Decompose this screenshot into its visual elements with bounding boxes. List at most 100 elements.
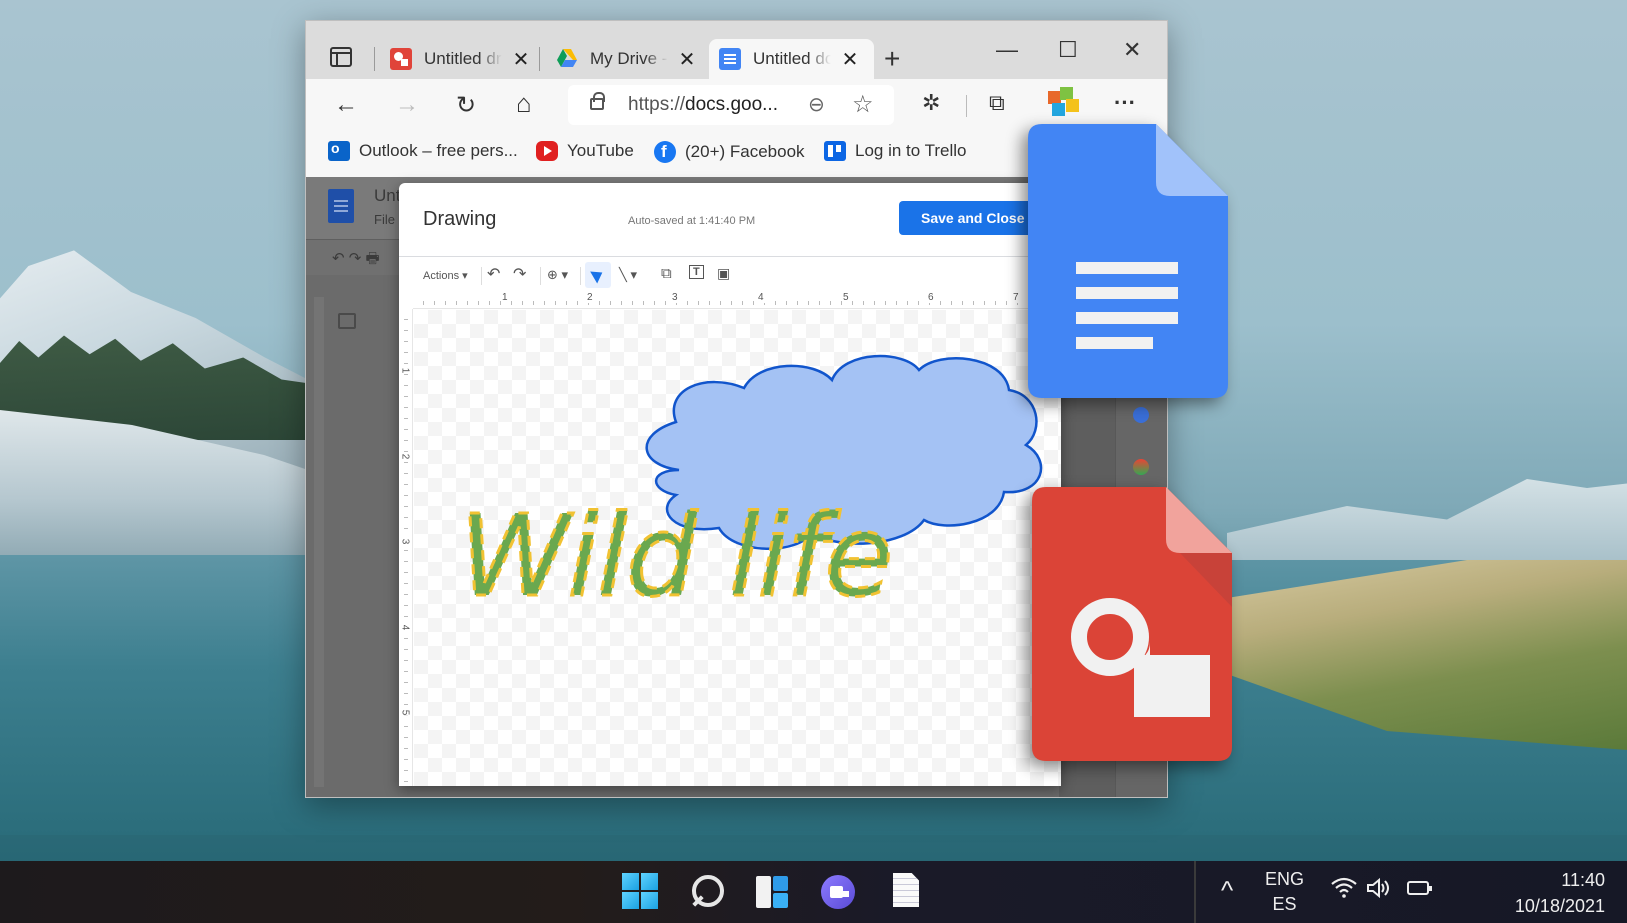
close-tab-icon[interactable]: ✕	[841, 47, 859, 72]
close-tab-icon[interactable]: ✕	[678, 47, 696, 72]
bookmark-outlook[interactable]: Outlook – free pers...	[328, 140, 518, 161]
forward-button[interactable]: →	[395, 91, 419, 119]
autosave-status: Auto-saved at 1:41:40 PM	[628, 215, 756, 227]
wallpaper-mountain-right	[1227, 479, 1627, 560]
toolbar-separator	[481, 267, 482, 285]
zoom-icon[interactable]: ⊕ ▾	[547, 267, 568, 283]
close-tab-icon[interactable]: ✕	[512, 47, 530, 72]
tray-separator	[1194, 861, 1196, 923]
docs-title: Unt	[374, 186, 401, 205]
input-language-indicator[interactable]: ENG ES	[1265, 867, 1304, 917]
trello-icon	[824, 141, 846, 161]
wild-life-text[interactable]: Wild life	[458, 491, 895, 624]
notepad-button[interactable]	[888, 873, 926, 911]
contacts-icon	[1133, 407, 1149, 423]
ruler-label: 3	[671, 292, 679, 303]
redo-icon[interactable]: ↷	[513, 264, 526, 284]
reload-button[interactable]: ↻	[456, 91, 476, 120]
toolbar-separator	[966, 95, 967, 117]
document-outline-icon	[338, 313, 356, 329]
undo-icon[interactable]: ↶	[487, 264, 500, 284]
ruler-label: 5	[399, 709, 411, 716]
dialog-title: Drawing	[423, 208, 497, 230]
system-clock[interactable]: 11:40 10/18/2021	[1515, 867, 1605, 919]
ruler-label: 1	[501, 292, 509, 303]
taskbar: ^ ENG ES 11:40 10/18/2021	[0, 861, 1627, 923]
tab-separator	[539, 47, 540, 71]
text-box-icon[interactable]: T	[689, 265, 704, 279]
collections-icon[interactable]: ⧉	[989, 90, 1005, 116]
tab-title: Untitled document	[753, 49, 831, 68]
outlook-icon	[328, 140, 350, 161]
clock-date: 10/18/2021	[1514, 896, 1605, 916]
vertical-ruler: 1 2 3 4 5	[399, 309, 413, 786]
zoom-out-icon[interactable]: ⊖	[808, 92, 825, 117]
bookmark-facebook[interactable]: (20+) Facebook	[654, 141, 805, 163]
clock-time: 11:40	[1561, 870, 1605, 890]
home-button[interactable]: ⌂	[516, 88, 532, 119]
tab-untitled-drawing[interactable]: Untitled drawing ✕	[380, 39, 540, 79]
youtube-icon	[536, 141, 558, 161]
ruler-label: 4	[757, 292, 765, 303]
url-text[interactable]: https://docs.goo...	[628, 94, 778, 116]
back-button[interactable]: ←	[334, 91, 358, 119]
bookmark-label: Outlook – free pers...	[359, 141, 518, 160]
maps-icon	[1133, 459, 1149, 475]
ruler-label: 2	[586, 292, 594, 303]
shape-tool-icon[interactable]: ⧉	[661, 265, 672, 282]
drawing-dialog: Drawing Auto-saved at 1:41:40 PM Save an…	[399, 183, 1061, 786]
profile-avatar[interactable]	[1046, 87, 1080, 121]
horizontal-ruler: 1 2 3 4 5 6 7	[413, 292, 1061, 309]
battery-icon[interactable]	[1407, 881, 1432, 895]
volume-icon[interactable]	[1366, 877, 1394, 905]
ruler-label: 2	[399, 453, 411, 460]
line-tool-icon[interactable]: ╲ ▾	[619, 267, 637, 283]
google-drive-icon	[556, 48, 578, 70]
wifi-icon[interactable]	[1330, 876, 1358, 904]
close-window-button[interactable]: ✕	[1123, 37, 1141, 63]
tab-untitled-document[interactable]: Untitled document ✕	[709, 39, 874, 79]
tab-my-drive[interactable]: My Drive - Google Drive ✕	[546, 39, 706, 79]
address-bar[interactable]: https://docs.goo... ⊖ ☆	[568, 85, 894, 125]
google-docs-logo-icon	[1028, 124, 1228, 398]
minimize-button[interactable]: —	[996, 37, 1018, 63]
lock-icon[interactable]	[590, 92, 605, 110]
tab-title: Untitled drawing	[424, 49, 502, 68]
ruler-label: 1	[399, 367, 411, 374]
bookmark-youtube[interactable]: YouTube	[536, 141, 634, 161]
image-icon[interactable]: ▣	[717, 265, 730, 282]
search-button[interactable]	[689, 873, 727, 911]
more-menu-button[interactable]: ···	[1114, 90, 1136, 116]
ruler-label: 3	[399, 538, 411, 545]
bookmark-trello[interactable]: Log in to Trello	[824, 141, 967, 161]
teams-chat-button[interactable]	[820, 873, 858, 911]
bookmark-label: Log in to Trello	[855, 141, 967, 160]
bookmark-label: YouTube	[567, 141, 634, 160]
drawing-toolbar: Actions ▾ ↶ ↷ ⊕ ▾ ╲ ▾ ⧉ T ▣	[399, 257, 1061, 295]
show-hidden-icons-chevron[interactable]: ^	[1221, 875, 1233, 906]
maximize-button[interactable]: ☐	[1058, 37, 1078, 63]
start-button[interactable]	[622, 873, 660, 911]
tab-title: My Drive - Google Drive	[590, 49, 668, 68]
tab-actions-icon[interactable]	[330, 47, 352, 67]
google-drawings-logo-icon	[1032, 487, 1232, 761]
docs-vertical-ruler	[314, 297, 324, 787]
tab-bar: Untitled drawing ✕ My Drive - Google Dri…	[306, 21, 1167, 79]
select-tool-icon[interactable]	[585, 262, 611, 288]
widgets-button[interactable]	[754, 873, 792, 911]
drawing-canvas[interactable]: Wild life	[414, 310, 1061, 786]
toolbar-separator	[580, 267, 581, 285]
actions-menu[interactable]: Actions ▾	[423, 269, 468, 282]
extensions-icon[interactable]: ✲	[922, 90, 940, 116]
toolbar-separator	[540, 267, 541, 285]
ruler-label: 6	[927, 292, 935, 303]
bookmark-label: (20+) Facebook	[685, 142, 805, 161]
docs-menu-file: File	[374, 212, 395, 227]
keyboard-layout: ES	[1272, 894, 1297, 914]
google-drawings-icon	[390, 48, 412, 70]
add-favorite-icon[interactable]: ☆	[852, 90, 874, 119]
windows-logo-icon	[622, 873, 639, 890]
tab-separator	[374, 47, 375, 71]
new-tab-button[interactable]: +	[884, 43, 900, 75]
facebook-icon	[654, 141, 676, 163]
